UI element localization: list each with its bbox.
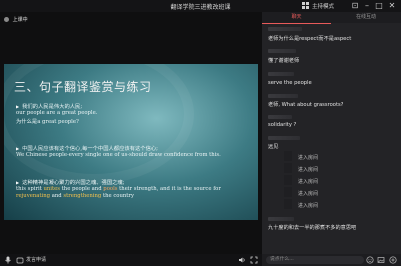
pin-icon[interactable]: ⊡ [350, 1, 360, 11]
video-area: 上课中 三、句子翻译鉴赏与练习 ▶ 我们的人民是伟大的人民; our people… [0, 12, 262, 254]
highlighted-word: pools [103, 186, 118, 192]
sender-name-redacted [268, 72, 294, 76]
join-notice: 进入房间 [298, 155, 319, 161]
slide-item-en-line2: rejuvenating and strengthening the count… [16, 193, 254, 200]
maximize-icon[interactable]: □ [374, 1, 384, 11]
chat-message: 懂了谢谢老师 [268, 58, 300, 64]
slide-text: this spirit [16, 186, 44, 192]
avatar [284, 175, 292, 185]
window-titlebar: 翻译学院三进教改班课 主持模式 ⊡ – □ ✕ [0, 0, 401, 12]
emoji-icon[interactable] [366, 256, 374, 264]
join-notice: 进入房间 [298, 167, 319, 173]
avatar [4, 17, 9, 22]
fullscreen-icon[interactable] [250, 256, 258, 264]
more-icon[interactable] [389, 256, 397, 264]
tab-interaction[interactable]: 在线互动 [331, 12, 401, 23]
sender-name-redacted [268, 217, 294, 221]
sender-name-redacted [268, 94, 298, 98]
presentation-slide: 三、句子翻译鉴赏与练习 ▶ 我们的人民是伟大的人民; our people are… [4, 64, 258, 220]
speak-request-button[interactable]: 发言申请 [26, 256, 46, 263]
minimize-icon[interactable]: – [362, 1, 372, 11]
chat-message: 老师, What about grassroots? [268, 102, 344, 108]
avatar [284, 151, 292, 161]
presenter-badge: 上课中 [4, 16, 28, 23]
hand-icon[interactable] [16, 256, 24, 264]
slide-item-en: our people are a great people. [16, 110, 98, 116]
volume-icon[interactable] [238, 256, 246, 264]
sender-name-redacted [268, 136, 300, 140]
slide-text: their strength, and it is the source for [117, 186, 221, 192]
presenter-label: 上课中 [12, 17, 28, 23]
chat-message: solidarity ? [268, 122, 297, 128]
slide-text: the people and [59, 186, 104, 192]
panel-tabs: 聊天 在线互动 [262, 12, 401, 24]
bullet-icon: ▶ [16, 146, 20, 151]
bottom-controls: 发言申请 [0, 254, 262, 266]
sender-name-redacted [268, 49, 296, 53]
slide-text: and [50, 193, 64, 199]
close-icon[interactable]: ✕ [387, 1, 397, 11]
chat-message: 远见 [268, 144, 279, 150]
tab-chat[interactable]: 聊天 [262, 12, 331, 24]
window-title: 翻译学院三进教改班课 [170, 4, 231, 11]
bullet-icon: ▶ [16, 104, 20, 109]
image-icon[interactable] [377, 256, 385, 264]
grid-icon[interactable] [302, 2, 309, 9]
join-notice: 进入房间 [298, 191, 319, 197]
bullet-icon: ▶ [16, 180, 20, 185]
avatar [284, 187, 292, 197]
slide-item-en-line1: this spirit unites the people and pools … [16, 186, 254, 193]
sender-name-redacted [268, 27, 302, 31]
slide-item-note: 为什么是a great people? [16, 119, 79, 125]
chat-panel: 聊天 在线互动 老师为什么是respect而不是aspect 懂了谢谢老师 se… [262, 12, 401, 266]
microphone-icon[interactable] [4, 256, 12, 264]
highlighted-word: rejuvenating [16, 193, 51, 199]
sender-name-redacted [268, 115, 292, 119]
chat-input-bar: 说点什么... [262, 254, 401, 266]
join-notice: 进入房间 [298, 179, 319, 185]
slide-item-2: ▶ 中国人民应该有这个信心,每一个中国人都应该有这个信心; We Chinese … [16, 144, 252, 159]
slide-text: the country [101, 193, 134, 199]
chat-message: 九十度的和去一半的那煮不多的意思吧 [268, 225, 357, 231]
avatar [284, 199, 292, 209]
slide-heading: 三、句子翻译鉴赏与练习 [14, 80, 152, 94]
join-notice: 进入房间 [298, 203, 319, 209]
avatar [284, 163, 292, 173]
slide-item-1: ▶ 我们的人民是伟大的人民; our people are a great peo… [16, 102, 97, 125]
chat-input[interactable]: 说点什么... [266, 256, 364, 264]
mode-label[interactable]: 主持模式 [312, 2, 334, 10]
highlighted-word: strengthening [63, 193, 102, 199]
chat-message: serve the people [268, 80, 312, 86]
slide-item-en: We Chinese people-every single one of us… [16, 152, 221, 158]
slide-item-3: ▶ 这种精神是凝心聚力的兴国之魂、强国之魂; this spirit unites… [16, 178, 254, 200]
chat-message: 老师为什么是respect而不是aspect [268, 36, 352, 42]
highlighted-word: unites [43, 186, 60, 192]
